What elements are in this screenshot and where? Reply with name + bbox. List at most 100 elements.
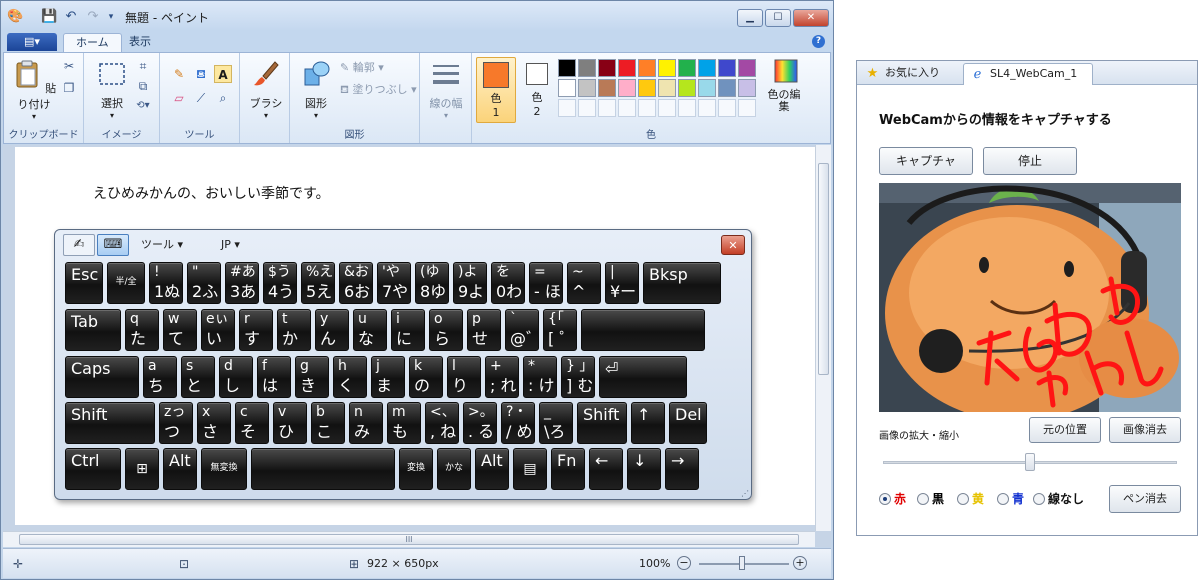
keyboard-key[interactable]: >。 . る: [463, 402, 497, 444]
fill-button[interactable]: ⛾ 塗りつぶし ▾: [340, 81, 417, 98]
keyboard-close-button[interactable]: ✕: [721, 235, 745, 255]
clear-image-button[interactable]: 画像消去: [1109, 417, 1181, 443]
zoom-slider-thumb[interactable]: [1025, 453, 1035, 471]
keyboard-key[interactable]: ⊞: [125, 448, 159, 490]
keyboard-key[interactable]: j ま: [371, 356, 405, 398]
custom-color-slot[interactable]: [658, 99, 676, 117]
keyboard-key[interactable]: ▤: [513, 448, 547, 490]
palette-swatch[interactable]: [638, 59, 656, 77]
keyboard-key[interactable]: q た: [125, 309, 159, 351]
keyboard-key[interactable]: $う 4う: [263, 262, 297, 304]
keyboard-key[interactable]: Esc: [65, 262, 103, 304]
palette-swatch[interactable]: [558, 59, 576, 77]
maximize-button[interactable]: ☐: [765, 9, 791, 27]
tab-view[interactable]: 表示: [117, 33, 163, 52]
quick-access-dropdown-icon[interactable]: ▾: [103, 9, 119, 25]
pen-color-radio[interactable]: 赤: [879, 491, 906, 507]
keyboard-key[interactable]: m も: [387, 402, 421, 444]
keyboard-key[interactable]: 'や 7や: [377, 262, 411, 304]
tab-home[interactable]: ホーム: [63, 33, 122, 52]
tools-menu[interactable]: ツール ▾: [141, 234, 183, 256]
keyboard-key[interactable]: | ¥ー: [605, 262, 639, 304]
keyboard-key[interactable]: u な: [353, 309, 387, 351]
keyboard-key[interactable]: {「 [ ゜: [543, 309, 577, 351]
line-width-button[interactable]: 線の幅 ▾: [424, 59, 468, 120]
keyboard-key[interactable]: かな: [437, 448, 471, 490]
shapes-button[interactable]: 図形 ▾: [296, 59, 336, 120]
color2-button[interactable]: 色 2: [520, 57, 554, 123]
paint-app-icon[interactable]: 🎨: [7, 9, 23, 25]
keyboard-key[interactable]: を 0わ: [491, 262, 525, 304]
radio-button[interactable]: [917, 493, 929, 505]
custom-color-slot[interactable]: [738, 99, 756, 117]
palette-swatch[interactable]: [738, 79, 756, 97]
keyboard-key[interactable]: eぃ い: [201, 309, 235, 351]
zoom-in-button[interactable]: +: [793, 556, 807, 570]
keyboard-key[interactable]: <、 , ね: [425, 402, 459, 444]
keyboard-key[interactable]: ` @゛: [505, 309, 539, 351]
pencil-icon[interactable]: ✎: [170, 65, 188, 83]
keyboard-key[interactable]: v ひ: [273, 402, 307, 444]
custom-color-slot[interactable]: [638, 99, 656, 117]
palette-swatch[interactable]: [698, 79, 716, 97]
stop-button[interactable]: 停止: [983, 147, 1077, 175]
keyboard-key[interactable]: x さ: [197, 402, 231, 444]
keyboard-key[interactable]: s と: [181, 356, 215, 398]
keyboard-key[interactable]: d し: [219, 356, 253, 398]
custom-color-slot[interactable]: [578, 99, 596, 117]
keyboard-key[interactable]: Caps: [65, 356, 139, 398]
handwriting-mode-icon[interactable]: ✍: [63, 234, 95, 256]
pen-color-radio[interactable]: 青: [997, 491, 1024, 507]
zoom-out-button[interactable]: −: [677, 556, 691, 570]
minimize-button[interactable]: ▁: [737, 9, 763, 27]
color-picker-icon[interactable]: ⟋: [192, 89, 210, 107]
capture-button[interactable]: キャプチャ: [879, 147, 973, 175]
keyboard-key[interactable]: o ら: [429, 309, 463, 351]
pen-color-radio[interactable]: 黒: [917, 491, 944, 507]
keyboard-key[interactable]: w て: [163, 309, 197, 351]
eraser-icon[interactable]: ▱: [170, 89, 188, 107]
keyboard-key[interactable]: ↑: [631, 402, 665, 444]
palette-swatch[interactable]: [678, 59, 696, 77]
keyboard-key[interactable]: Alt: [475, 448, 509, 490]
fill-bucket-icon[interactable]: ⛾: [192, 65, 210, 83]
keyboard-key[interactable]: i に: [391, 309, 425, 351]
keyboard-key[interactable]: g き: [295, 356, 329, 398]
palette-swatch[interactable]: [618, 59, 636, 77]
keyboard-key[interactable]: 無変換: [201, 448, 247, 490]
edit-colors-button[interactable]: 色の編集: [766, 59, 806, 113]
keyboard-key[interactable]: y ん: [315, 309, 349, 351]
keyboard-key[interactable]: a ち: [143, 356, 177, 398]
save-icon[interactable]: 💾: [41, 9, 57, 25]
keyboard-key[interactable]: ?・ / め: [501, 402, 535, 444]
keyboard-key[interactable]: ←: [589, 448, 623, 490]
keyboard-key[interactable]: Shift: [577, 402, 627, 444]
keyboard-key[interactable]: n み: [349, 402, 383, 444]
keyboard-key[interactable]: *: け: [523, 356, 557, 398]
cut-icon[interactable]: ✂: [60, 57, 78, 75]
keyboard-key[interactable]: ↓: [627, 448, 661, 490]
keyboard-key[interactable]: f は: [257, 356, 291, 398]
keyboard-key[interactable]: )よ 9よ: [453, 262, 487, 304]
keyboard-mode-icon[interactable]: ⌨: [97, 234, 129, 256]
palette-swatch[interactable]: [578, 59, 596, 77]
keyboard-key[interactable]: b こ: [311, 402, 345, 444]
keyboard-key[interactable]: Del: [669, 402, 707, 444]
palette-swatch[interactable]: [618, 79, 636, 97]
keyboard-key[interactable]: l り: [447, 356, 481, 398]
resize-grip-icon[interactable]: ⋰: [741, 489, 749, 498]
radio-button[interactable]: [879, 493, 891, 505]
clear-pen-button[interactable]: ペン消去: [1109, 485, 1181, 513]
vertical-scrollbar[interactable]: [815, 145, 831, 531]
keyboard-key[interactable]: %え 5え: [301, 262, 335, 304]
horizontal-scroll-thumb[interactable]: III: [19, 534, 799, 545]
keyboard-key[interactable]: zっ つ: [159, 402, 193, 444]
keyboard-key[interactable]: _ \ろ: [539, 402, 573, 444]
magnifier-icon[interactable]: ⌕: [214, 89, 232, 107]
keyboard-key[interactable]: Alt: [163, 448, 197, 490]
keyboard-key[interactable]: = - ほ: [529, 262, 563, 304]
resize-icon[interactable]: ⧉: [134, 77, 152, 95]
custom-color-slot[interactable]: [558, 99, 576, 117]
palette-swatch[interactable]: [558, 79, 576, 97]
select-button[interactable]: 選択 ▾: [92, 59, 132, 120]
